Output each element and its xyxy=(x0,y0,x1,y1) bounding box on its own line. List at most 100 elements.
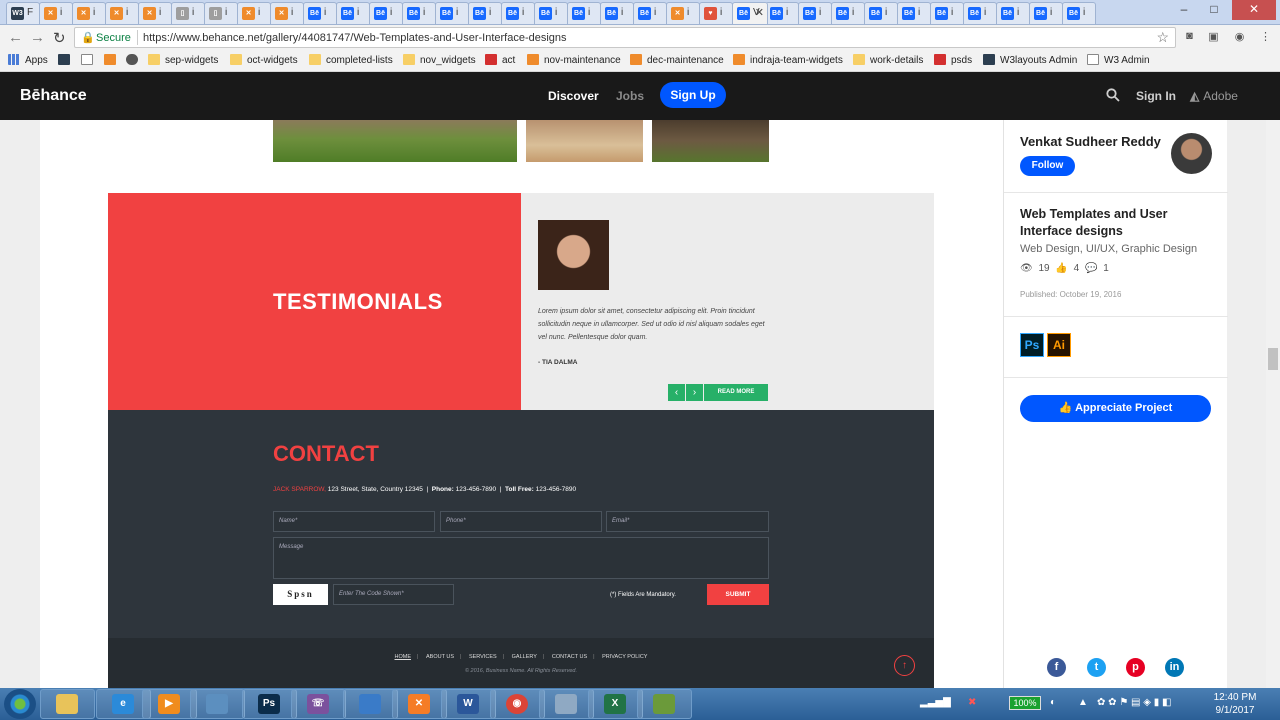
footer-link-gallery[interactable]: GALLERY xyxy=(512,654,537,660)
back-to-top-icon[interactable]: ↑ xyxy=(894,655,915,676)
taskbar-app[interactable] xyxy=(190,689,245,719)
twitter-icon[interactable]: t xyxy=(1087,658,1106,677)
linkedin-icon[interactable]: in xyxy=(1165,658,1184,677)
taskbar-chrome[interactable]: ◉ xyxy=(490,689,545,719)
clock-date[interactable]: 9/1/2017 xyxy=(1210,705,1260,716)
back-icon[interactable]: ← xyxy=(8,29,23,46)
bookmark-nov-widgets[interactable]: nov_widgets xyxy=(403,54,476,66)
browser-tab[interactable]: Bē i xyxy=(963,2,997,24)
browser-tab[interactable]: Bē i xyxy=(534,2,568,24)
footer-link-home[interactable]: HOME xyxy=(395,654,412,660)
browser-tab[interactable]: Bē i xyxy=(765,2,799,24)
bookmark-star-icon[interactable]: ☆ xyxy=(1156,29,1169,46)
name-field[interactable]: Name* xyxy=(273,511,435,532)
minimize-button[interactable]: – xyxy=(1170,0,1198,20)
bookmark-indraja-team-widgets[interactable]: indraja-team-widgets xyxy=(733,54,843,66)
bookmark-w3layouts-admin[interactable]: W3layouts Admin xyxy=(983,54,1077,66)
browser-tab[interactable]: ▯ i xyxy=(204,2,238,24)
browser-tab[interactable]: ✕ i xyxy=(138,2,172,24)
camera-extension-icon[interactable]: ◙ xyxy=(1182,30,1197,44)
browser-tab[interactable]: ♥ i xyxy=(699,2,733,24)
pinterest-icon[interactable]: p xyxy=(1126,658,1145,677)
browser-tab[interactable]: ✕ i xyxy=(237,2,271,24)
captcha-code-field[interactable]: Enter The Code Shown* xyxy=(333,584,454,605)
taskbar-media[interactable]: ▶ xyxy=(142,689,197,719)
taskbar-viber[interactable]: ☏ xyxy=(291,689,346,719)
prev-arrow-icon[interactable]: ‹ xyxy=(668,384,685,401)
bookmark-completed-lists[interactable]: completed-lists xyxy=(309,54,393,66)
antivirus-icon[interactable]: ✖ xyxy=(968,697,976,708)
bookmark-sep-widgets[interactable]: sep-widgets xyxy=(148,54,218,66)
browser-tab[interactable]: ✕ i xyxy=(666,2,700,24)
bookmark-nov-maintenance[interactable]: nov-maintenance xyxy=(527,54,621,66)
browser-tab[interactable]: Bē i xyxy=(1029,2,1063,24)
nav-discover[interactable]: Discover xyxy=(548,89,599,103)
url-text[interactable]: https://www.behance.net/gallery/44081747… xyxy=(143,32,567,44)
browser-tab[interactable]: Bē i xyxy=(798,2,832,24)
taskbar-calculator[interactable] xyxy=(539,689,594,719)
menu-icon[interactable]: ⋮ xyxy=(1258,30,1273,44)
browser-tab[interactable]: Bē i xyxy=(435,2,469,24)
browser-tab[interactable]: Bē i xyxy=(501,2,535,24)
signin-link[interactable]: Sign In xyxy=(1136,89,1176,103)
nav-jobs[interactable]: Jobs xyxy=(616,89,644,103)
signup-button[interactable]: Sign Up xyxy=(660,82,726,108)
taskbar-network[interactable] xyxy=(343,689,398,719)
footer-link-privacy[interactable]: PRIVACY POLICY xyxy=(602,654,647,660)
browser-tab[interactable]: Bē i xyxy=(402,2,436,24)
bookmark-orange[interactable] xyxy=(104,54,121,66)
phone-field[interactable]: Phone* xyxy=(440,511,602,532)
browser-tab[interactable]: ✕ i xyxy=(105,2,139,24)
browser-tab[interactable]: Bē i xyxy=(336,2,370,24)
omnibox[interactable]: 🔒 Secure https://www.behance.net/gallery… xyxy=(74,27,1176,48)
bookmark-w3-admin[interactable]: W3 Admin xyxy=(1087,54,1150,66)
show-hidden-icons[interactable]: ▲ xyxy=(1078,697,1088,708)
browser-tab[interactable]: Bē i xyxy=(369,2,403,24)
footer-link-contact[interactable]: CONTACT US xyxy=(552,654,587,660)
extension-icon[interactable]: ▣ xyxy=(1206,30,1221,44)
reload-icon[interactable]: ↻ xyxy=(53,29,66,47)
browser-tab[interactable]: Bē i xyxy=(567,2,601,24)
browser-tab[interactable]: Bē i xyxy=(864,2,898,24)
close-window-button[interactable]: ✕ xyxy=(1232,0,1276,20)
browser-tab[interactable]: Bē V ✕ xyxy=(732,2,768,24)
maximize-button[interactable]: □ xyxy=(1200,0,1228,20)
bookmark-act[interactable]: act xyxy=(485,54,515,66)
browser-tab[interactable]: Bē i xyxy=(930,2,964,24)
clock-time[interactable]: 12:40 PM xyxy=(1210,692,1260,703)
network-signal-icon[interactable]: ▂▃▅▇ xyxy=(920,697,951,708)
next-arrow-icon[interactable]: › xyxy=(686,384,703,401)
owner-name[interactable]: Venkat Sudheer Reddy xyxy=(1020,134,1161,149)
avatar[interactable] xyxy=(1171,133,1212,174)
taskbar-excel[interactable]: X xyxy=(588,689,643,719)
browser-tab[interactable]: Bē i xyxy=(600,2,634,24)
behance-logo[interactable]: Bēhance xyxy=(20,87,87,105)
footer-link-about[interactable]: ABOUT US xyxy=(426,654,454,660)
scrollbar-thumb[interactable] xyxy=(1268,348,1278,370)
taskbar-photoshop[interactable]: Ps xyxy=(242,689,297,719)
browser-tab[interactable]: ✕ i xyxy=(39,2,73,24)
bookmark-dark[interactable] xyxy=(126,54,143,66)
page-scrollbar[interactable] xyxy=(1266,120,1280,688)
taskbar-xampp[interactable]: ✕ xyxy=(392,689,447,719)
bookmark-r[interactable] xyxy=(81,54,98,66)
email-field[interactable]: Email* xyxy=(606,511,769,532)
battery-indicator[interactable]: 100% xyxy=(1009,696,1041,710)
read-more-button[interactable]: READ MORE xyxy=(704,384,768,401)
footer-link-services[interactable]: SERVICES xyxy=(469,654,497,660)
taskbar-explorer[interactable] xyxy=(40,689,95,719)
browser-tab[interactable]: ✕ i xyxy=(72,2,106,24)
browser-tab[interactable]: ▯ i xyxy=(171,2,205,24)
browser-tab[interactable]: Bē i xyxy=(831,2,865,24)
bookmark-work-details[interactable]: work-details xyxy=(853,54,923,66)
forward-icon[interactable]: → xyxy=(30,29,45,46)
start-button[interactable] xyxy=(4,689,36,719)
bookmark-psds[interactable]: psds xyxy=(934,54,972,66)
facebook-icon[interactable]: f xyxy=(1047,658,1066,677)
submit-button[interactable]: SUBMIT xyxy=(707,584,769,605)
taskbar-word[interactable]: W xyxy=(441,689,496,719)
illustrator-icon[interactable]: Ai xyxy=(1047,333,1071,357)
bookmark-apps[interactable]: Apps xyxy=(8,54,48,66)
message-field[interactable]: Message xyxy=(273,537,769,579)
browser-tab[interactable]: Bē i xyxy=(897,2,931,24)
